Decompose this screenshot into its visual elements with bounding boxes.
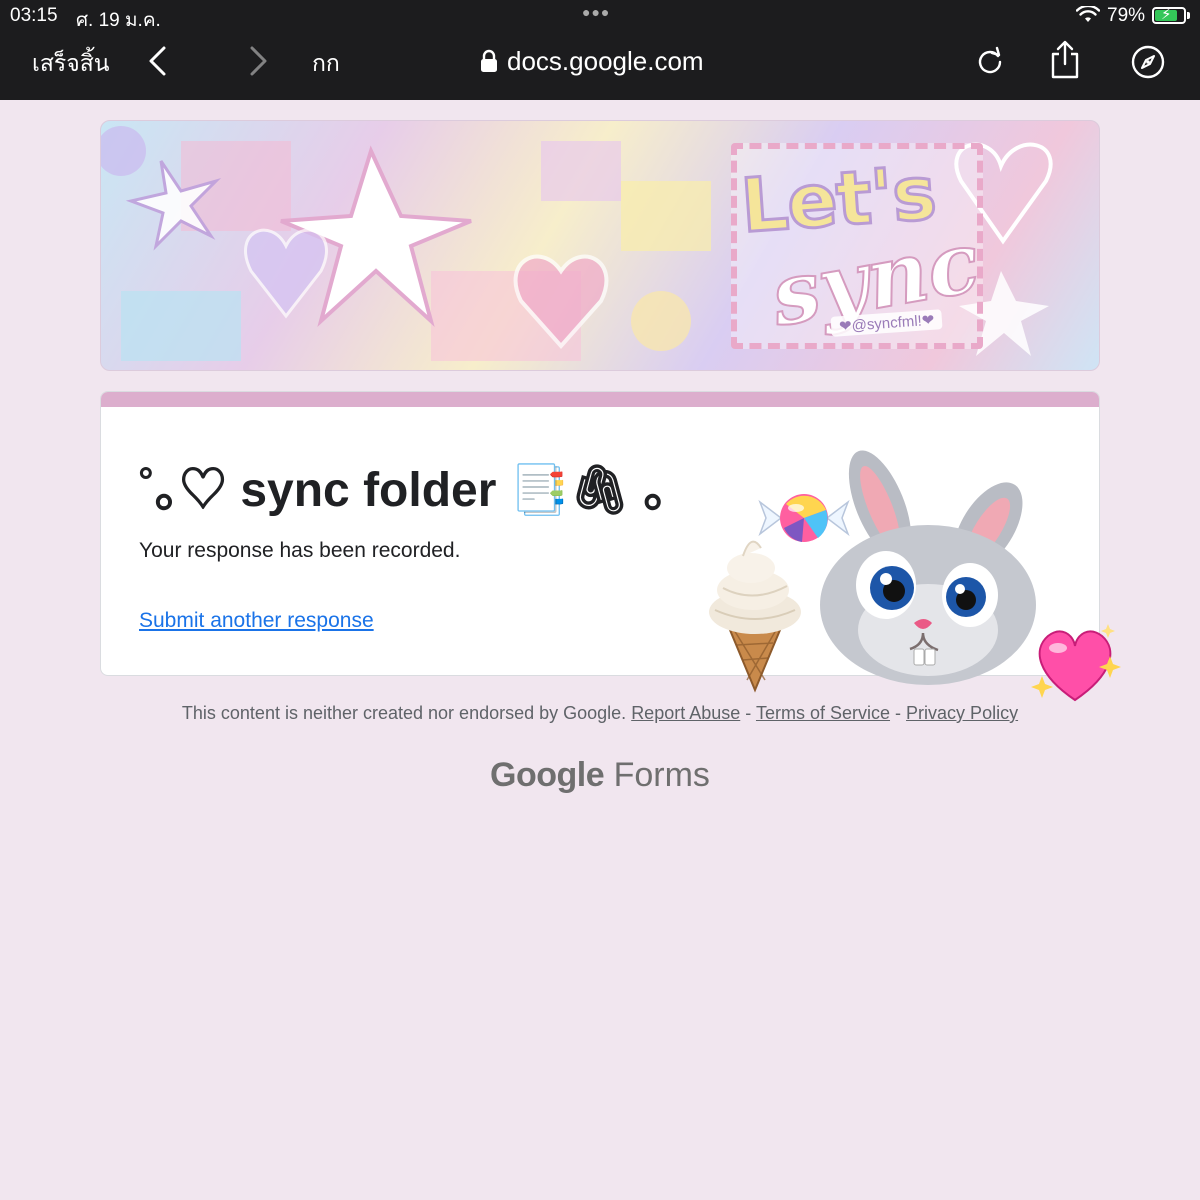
text-size-button[interactable]: กก [312, 46, 340, 82]
bunny-sticker [820, 450, 1036, 685]
form-header-banner: Let's sync ❤@syncfml!❤ [100, 120, 1100, 371]
card-accent-bar [101, 392, 1099, 407]
browser-chrome: 03:15 ศ. 19 ม.ค. ●●● 79% ⚡ เสร็จสิ้น กก [0, 0, 1200, 100]
disclaimer-text: This content is neither created nor endo… [181, 703, 627, 723]
compass-icon[interactable] [1130, 44, 1166, 80]
multitasking-dots-icon[interactable]: ●●● [582, 4, 610, 20]
address-bar[interactable]: docs.google.com [480, 44, 704, 78]
privacy-policy-link[interactable]: Privacy Policy [906, 703, 1018, 723]
charging-bolt-icon: ⚡ [1161, 6, 1172, 23]
chevron-right-icon[interactable] [246, 44, 270, 78]
google-wordmark: Google [490, 756, 605, 794]
sparkling-heart-sticker [1031, 624, 1121, 702]
submit-another-link[interactable]: Submit another response [139, 609, 374, 633]
footer-separator: - [895, 703, 902, 723]
forms-wordmark: Forms [613, 756, 710, 794]
battery-percent: 79% [1107, 5, 1146, 26]
lock-icon [481, 49, 497, 72]
battery-tip [1187, 12, 1190, 19]
reload-icon[interactable] [974, 45, 1006, 77]
report-abuse-link[interactable]: Report Abuse [631, 703, 740, 723]
form-title: ˚｡♡ sync folder 📑🖇 ｡ [139, 464, 668, 517]
terms-of-service-link[interactable]: Terms of Service [756, 703, 890, 723]
status-time: 03:15 [10, 5, 58, 26]
url-text: docs.google.com [507, 45, 704, 76]
chevron-left-icon[interactable] [146, 44, 170, 78]
ice-cream-sticker [709, 540, 801, 693]
footer-separator: - [745, 703, 752, 723]
done-button[interactable]: เสร็จสิ้น [32, 46, 110, 82]
confirmation-message: Your response has been recorded. [139, 539, 461, 562]
wifi-icon [1076, 6, 1100, 22]
browser-toolbar: เสร็จสิ้น กก docs.google.com [0, 30, 1200, 100]
status-bar: 03:15 ศ. 19 ม.ค. ●●● 79% ⚡ [0, 0, 1200, 31]
share-icon[interactable] [1048, 40, 1082, 80]
google-forms-logo[interactable]: Google Forms [0, 756, 1200, 795]
footer-disclaimer: This content is neither created nor endo… [0, 703, 1200, 724]
